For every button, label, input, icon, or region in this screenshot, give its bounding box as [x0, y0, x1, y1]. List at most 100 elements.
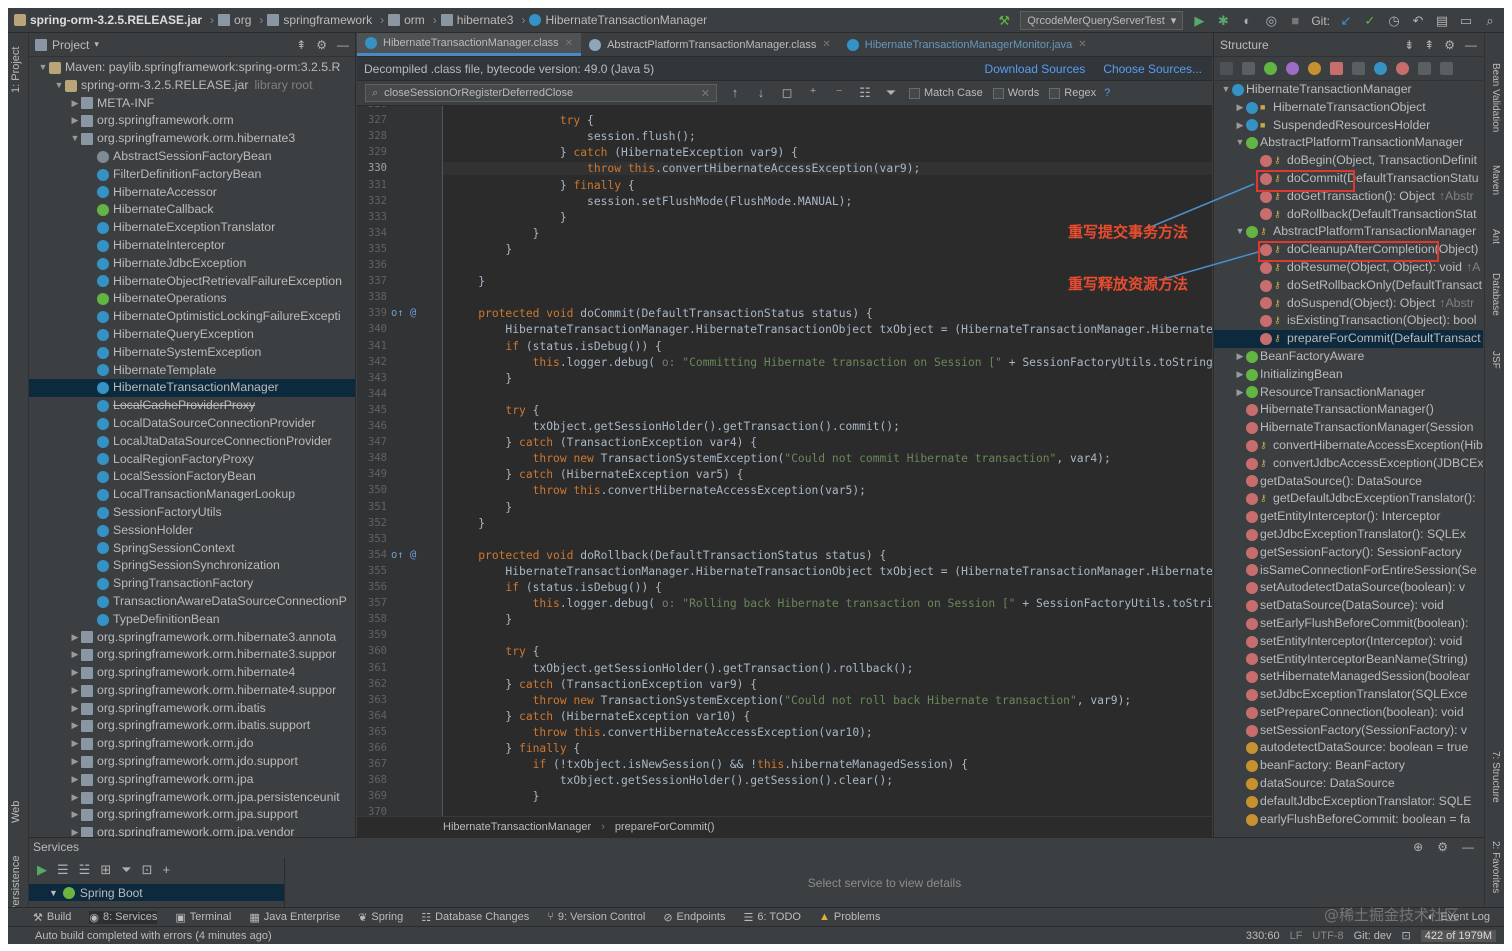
memory-indicator[interactable]: 422 of 1979M	[1420, 929, 1496, 942]
bean-validation-tool-button[interactable]: Bean Validation	[1490, 63, 1501, 132]
project-tree-item[interactable]: ▶ org.springframework.orm.jpa.support	[29, 806, 355, 824]
expand-arrow-icon[interactable]: ▶	[69, 646, 81, 664]
arrow-down-icon[interactable]: ↓	[753, 86, 769, 100]
structure-item[interactable]: ▶ BeanFactoryAware	[1214, 348, 1483, 366]
persistence-tool-button[interactable]: Persistence	[10, 856, 22, 913]
database-changes-tool-button[interactable]: ☷ Database Changes	[421, 911, 529, 924]
structure-item[interactable]: setEntityInterceptor(Interceptor): void	[1214, 633, 1483, 651]
tab-abstract-platform-transaction-manager[interactable]: AbstractPlatformTransactionManager.class…	[581, 33, 839, 56]
tab-hibernate-transaction-manager[interactable]: HibernateTransactionManager.class ✕	[357, 33, 582, 56]
structure-item[interactable]: ⚷ isExistingTransaction(Object): bool	[1214, 312, 1483, 330]
expand-arrow-icon[interactable]: ▶	[1234, 348, 1246, 366]
project-tree-item[interactable]: FilterDefinitionFactoryBean	[29, 166, 355, 184]
close-icon[interactable]: ✕	[1078, 39, 1086, 50]
project-tree-item[interactable]: SpringSessionSynchronization	[29, 557, 355, 575]
structure-item[interactable]: dataSource: DataSource	[1214, 775, 1483, 793]
crumb-jar[interactable]: spring-orm-3.2.5.RELEASE.jar	[14, 13, 202, 27]
add-selection-icon[interactable]: ⁺	[805, 86, 821, 100]
code-editor[interactable]: 326 327 328 329 330 331 332 333 334 335 336 337 338 3…	[357, 106, 1212, 816]
group-icon[interactable]: ⊞	[100, 862, 111, 878]
expand-arrow-icon[interactable]: ▶	[69, 682, 81, 700]
filter-icon[interactable]: ⏷	[883, 86, 899, 100]
coverage-icon[interactable]: ◐	[1239, 13, 1255, 28]
structure-item[interactable]: HibernateTransactionManager()	[1214, 401, 1483, 419]
project-tree-item[interactable]: ▶ org.springframework.orm.ibatis.support	[29, 717, 355, 735]
run-icon[interactable]: ▶	[1191, 13, 1207, 28]
structure-item[interactable]: earlyFlushBeforeCommit: boolean = fa	[1214, 811, 1483, 829]
git-branch[interactable]: Git: dev	[1354, 930, 1392, 942]
minimize-icon[interactable]: —	[1465, 38, 1477, 52]
project-tree-item[interactable]: ▶ org.springframework.orm.jpa	[29, 771, 355, 789]
expand-arrow-icon[interactable]: ▶	[1234, 99, 1246, 117]
structure-item[interactable]: setPrepareConnection(boolean): void	[1214, 704, 1483, 722]
project-tree-item[interactable]: HibernateAccessor	[29, 184, 355, 202]
clear-icon[interactable]: ✕	[701, 87, 710, 100]
download-sources-link[interactable]: Download Sources	[985, 62, 1086, 76]
structure-item[interactable]: ⚷ doSuspend(Object): Object ↑Abstr	[1214, 295, 1483, 313]
choose-sources-link[interactable]: Choose Sources...	[1103, 62, 1202, 76]
show-anonymous-icon[interactable]	[1374, 62, 1387, 75]
structure-item[interactable]: ▼ AbstractPlatformTransactionManager	[1214, 134, 1483, 152]
project-tree-item[interactable]: AbstractSessionFactoryBean	[29, 148, 355, 166]
gear-icon[interactable]: ⚙	[1444, 38, 1455, 52]
collapse-all-icon[interactable]: ⇞	[296, 38, 306, 52]
structure-item[interactable]: beanFactory: BeanFactory	[1214, 757, 1483, 775]
project-tree-item[interactable]: ▶ org.springframework.orm.jdo	[29, 735, 355, 753]
expand-arrow-icon[interactable]: ▶	[69, 735, 81, 753]
breadcrumb-method[interactable]: prepareForCommit()	[615, 821, 715, 833]
structure-item[interactable]: ⚷ doBegin(Object, TransactionDefinit	[1214, 152, 1483, 170]
project-tree-item[interactable]: LocalCacheProviderProxy	[29, 397, 355, 415]
structure-item[interactable]: getEntityInterceptor(): Interceptor	[1214, 508, 1483, 526]
expand-arrow-icon[interactable]: ▶	[69, 806, 81, 824]
expand-arrow-icon[interactable]: ▶	[69, 629, 81, 647]
expand-arrow-icon[interactable]: ▼	[69, 130, 81, 148]
close-icon[interactable]: ✕	[822, 39, 830, 50]
project-tree-item[interactable]: LocalTransactionManagerLookup	[29, 486, 355, 504]
show-non-public-icon[interactable]	[1330, 62, 1343, 75]
expand-all-icon[interactable]: ⇟	[1404, 38, 1414, 52]
version-control-tool-button[interactable]: ⑂ 9: Version Control	[547, 911, 645, 923]
tab-hibernate-transaction-manager-monitor[interactable]: HibernateTransactionManagerMonitor.java ✕	[839, 33, 1095, 56]
remove-selection-icon[interactable]: ⁻	[831, 86, 847, 100]
structure-item[interactable]: ▼ ⚷ AbstractPlatformTransactionManager	[1214, 223, 1483, 241]
close-icon[interactable]: ✕	[565, 38, 573, 49]
jsf-tool-button[interactable]: JSF	[1490, 351, 1501, 369]
new-tab-icon[interactable]: ⊡	[142, 862, 153, 878]
expand-arrow-icon[interactable]: ▶	[69, 789, 81, 807]
project-tree-item[interactable]: LocalDataSourceConnectionProvider	[29, 415, 355, 433]
project-tree-item[interactable]: HibernateTemplate	[29, 362, 355, 380]
structure-item[interactable]: getJdbcExceptionTranslator(): SQLEx	[1214, 526, 1483, 544]
collapse-all-icon[interactable]: ☱	[79, 862, 91, 878]
database-tool-button[interactable]: Database	[1490, 273, 1501, 316]
filter-icon[interactable]: ⏷	[121, 862, 131, 878]
expand-arrow-icon[interactable]: ▶	[69, 771, 81, 789]
project-tree-item[interactable]: HibernateTransactionManager	[29, 379, 355, 398]
select-all-occurrences-icon[interactable]: ◻	[779, 86, 795, 100]
expand-arrow-icon[interactable]: ▶	[1234, 117, 1246, 135]
expand-arrow-icon[interactable]: ▶	[69, 700, 81, 718]
structure-item[interactable]: setEarlyFlushBeforeCommit(boolean):	[1214, 615, 1483, 633]
expand-all-icon[interactable]: ☰	[57, 862, 69, 878]
override-marker-icon[interactable]: o↑ @	[391, 307, 431, 319]
words-checkbox[interactable]: Words	[992, 87, 1039, 99]
revert-icon[interactable]: ↶	[1410, 13, 1426, 28]
git-update-icon[interactable]: ↙	[1338, 13, 1354, 28]
project-tree-item[interactable]: LocalRegionFactoryProxy	[29, 451, 355, 469]
minimize-icon[interactable]: —	[337, 38, 349, 52]
project-tree-item[interactable]: ▶ META-INF	[29, 95, 355, 113]
globe-icon[interactable]: ⊕	[1413, 840, 1423, 854]
sort-alpha-icon[interactable]	[1242, 62, 1255, 75]
structure-item[interactable]: getDataSource(): DataSource	[1214, 473, 1483, 491]
override-marker-icon[interactable]: o↑ @	[391, 549, 431, 561]
regex-help[interactable]: ?	[1104, 87, 1110, 99]
services-tool-button[interactable]: ◉ 8: Services	[89, 910, 158, 924]
service-spring-boot[interactable]: ▼ Spring Boot	[29, 884, 284, 901]
structure-item[interactable]: setSessionFactory(SessionFactory): v	[1214, 722, 1483, 740]
autoscroll-to-source-icon[interactable]	[1418, 62, 1431, 75]
structure-item[interactable]: ⚷ prepareForCommit(DefaultTransact	[1214, 330, 1483, 348]
ant-tool-button[interactable]: Ant	[1490, 229, 1501, 244]
expand-arrow-icon[interactable]: ▼	[37, 59, 49, 77]
structure-tool-button[interactable]: 7: Structure	[1490, 751, 1501, 803]
project-tree-item[interactable]: SpringTransactionFactory	[29, 575, 355, 593]
project-tree-item[interactable]: HibernateSystemException	[29, 344, 355, 362]
